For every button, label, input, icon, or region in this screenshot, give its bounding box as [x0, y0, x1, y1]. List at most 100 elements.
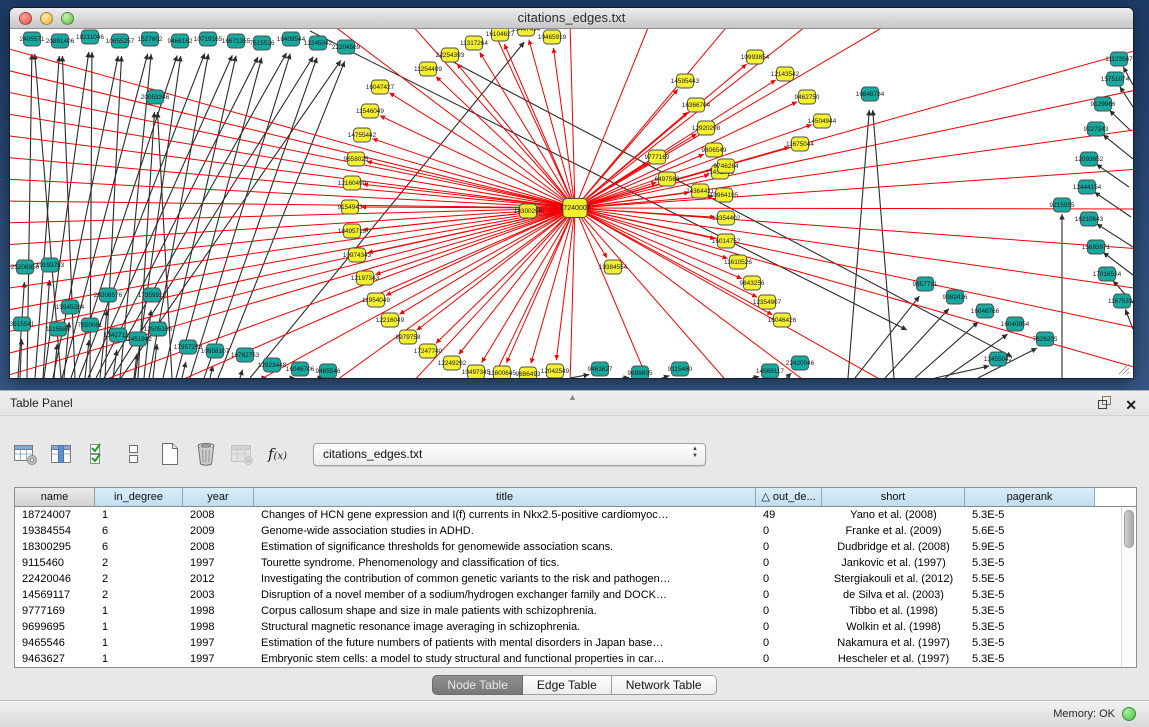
graph-node[interactable]: 16671355 — [222, 34, 251, 48]
graph-node[interactable]: 17240007 — [559, 199, 590, 218]
graph-node[interactable]: 16046766 — [971, 304, 1000, 318]
graph-node[interactable]: 11123567 — [1105, 52, 1133, 66]
graph-node[interactable]: 16014752 — [712, 234, 741, 248]
graph-node[interactable]: 9463627 — [588, 362, 613, 376]
scrollbar-thumb[interactable] — [1124, 510, 1134, 548]
graph-node[interactable]: 16648784 — [856, 87, 885, 101]
tab-edge-table[interactable]: Edge Table — [523, 675, 612, 695]
graph-node[interactable]: 9466162 — [168, 34, 193, 48]
graph-node[interactable]: 11675044 — [786, 137, 814, 151]
column-header-year[interactable]: year — [183, 488, 254, 506]
graph-node[interactable]: 10655257 — [106, 34, 135, 48]
graph-node[interactable]: 15945284 — [56, 300, 85, 314]
graph-node[interactable]: 18211046 — [76, 30, 104, 44]
graph-node[interactable]: 11675334 — [1108, 294, 1133, 308]
memory-status-indicator[interactable] — [1122, 707, 1136, 721]
graph-node[interactable]: 9643256 — [740, 276, 765, 290]
table-row[interactable]: 911546021997Tourette syndrome. Phenomeno… — [15, 555, 1136, 571]
graph-node[interactable]: 18495719 — [338, 224, 367, 238]
graph-node[interactable]: 9129966 — [1091, 97, 1116, 111]
table-row[interactable]: 969969511998Structural magnetic resonanc… — [15, 619, 1136, 635]
graph-edge[interactable] — [10, 208, 575, 223]
graph-edge[interactable] — [240, 370, 242, 378]
graph-edge[interactable] — [157, 112, 172, 378]
graph-node[interactable]: 17247740 — [414, 344, 443, 358]
graph-node[interactable]: 12249292 — [438, 356, 467, 370]
graph-node[interactable]: 17016534 — [1093, 267, 1122, 281]
graph-node[interactable]: 17359928 — [138, 288, 167, 302]
delete-column-icon[interactable] — [192, 441, 219, 468]
split-drag-handle[interactable]: ▲ — [568, 392, 577, 402]
graph-node[interactable]: 16046706 — [286, 362, 315, 376]
graph-node[interactable]: 15751074 — [1101, 72, 1130, 86]
select-columns-icon[interactable] — [84, 441, 111, 468]
graph-node[interactable]: 19384554 — [599, 260, 628, 274]
graph-edge[interactable] — [570, 208, 575, 378]
graph-edge[interactable] — [250, 208, 575, 378]
graph-node[interactable]: 11254409 — [414, 62, 442, 76]
graph-node[interactable]: 15693971 — [1082, 240, 1111, 254]
graph-node[interactable]: 14595443 — [671, 74, 700, 88]
graph-edge[interactable] — [1120, 87, 1133, 107]
graph-node[interactable]: 12455042 — [984, 352, 1013, 366]
graph-edge[interactable] — [417, 208, 575, 330]
graph-node[interactable]: 9857791 — [913, 277, 938, 291]
graph-node[interactable]: 11600645 — [488, 366, 516, 378]
graph-edge[interactable] — [786, 373, 791, 378]
graph-node[interactable]: 11317264 — [460, 36, 488, 50]
graph-edge[interactable] — [752, 377, 759, 378]
graph-node[interactable]: 9154943 — [338, 200, 363, 214]
graph-node[interactable]: 14569117 — [756, 364, 784, 378]
float-panel-icon[interactable] — [1097, 395, 1112, 414]
graph-node[interactable]: 1527602 — [138, 32, 163, 46]
column-header-out_de[interactable]: △ out_de... — [756, 488, 822, 506]
column-header-title[interactable]: title — [254, 488, 756, 506]
graph-node[interactable]: 10719165 — [194, 32, 223, 46]
table-row[interactable]: 2242004622012Investigating the contribut… — [15, 571, 1136, 587]
graph-node[interactable]: 9886493 — [516, 367, 541, 378]
graph-node[interactable]: 20891406 — [46, 34, 75, 48]
minimize-window-button[interactable] — [40, 12, 53, 25]
graph-node[interactable]: 10465919 — [538, 30, 567, 44]
graph-node[interactable]: 12093852 — [1075, 152, 1104, 166]
graph-edge[interactable] — [457, 64, 575, 208]
graph-node[interactable]: 16366704 — [682, 98, 711, 112]
graph-node[interactable]: 22254393 — [436, 48, 465, 62]
close-window-button[interactable] — [19, 12, 32, 25]
graph-node[interactable]: 18409544 — [277, 32, 306, 46]
table-row[interactable]: 1938455462009Genome-wide association stu… — [15, 523, 1136, 539]
graph-edge[interactable] — [1094, 192, 1131, 217]
graph-node[interactable]: 9115460 — [668, 362, 693, 376]
row-mode-icon[interactable] — [120, 441, 147, 468]
tab-network-table[interactable]: Network Table — [612, 675, 717, 695]
graph-edge[interactable] — [506, 208, 575, 363]
graph-node[interactable]: 22204569 — [332, 40, 361, 54]
function-icon[interactable]: f(x) — [264, 441, 291, 468]
graph-node[interactable]: 14504944 — [808, 114, 837, 128]
graph-edge[interactable] — [480, 52, 575, 208]
graph-node[interactable]: 16210643 — [1075, 212, 1104, 226]
graph-node[interactable]: 10958107 — [201, 344, 230, 358]
graph-node[interactable]: 9215955 — [1050, 198, 1075, 212]
graph-edge[interactable] — [1096, 164, 1129, 187]
graph-node[interactable]: 16104627 — [486, 29, 515, 41]
window-resize-grip[interactable] — [1117, 362, 1130, 375]
graph-node[interactable]: 16047427 — [366, 80, 395, 94]
tab-node-table[interactable]: Node Table — [432, 675, 523, 695]
graph-edge[interactable] — [556, 208, 575, 360]
new-column-icon[interactable] — [156, 441, 183, 468]
graph-node[interactable]: 7515526 — [250, 36, 275, 50]
graph-node[interactable]: 12042549 — [541, 364, 570, 378]
graph-edge[interactable] — [570, 375, 589, 378]
graph-edge[interactable] — [10, 201, 575, 208]
graph-node[interactable]: 10993854 — [741, 50, 770, 64]
graph-node[interactable]: 9658025 — [344, 152, 369, 166]
table-options-icon[interactable] — [12, 441, 39, 468]
graph-edge[interactable] — [915, 322, 978, 378]
graph-node[interactable]: 6497568 — [655, 172, 680, 186]
zoom-window-button[interactable] — [61, 12, 74, 25]
column-header-name[interactable]: name — [15, 488, 95, 506]
graph-node[interactable]: 12245042 — [304, 36, 333, 50]
graph-edge[interactable] — [218, 61, 345, 378]
graph-edge[interactable] — [85, 340, 89, 378]
